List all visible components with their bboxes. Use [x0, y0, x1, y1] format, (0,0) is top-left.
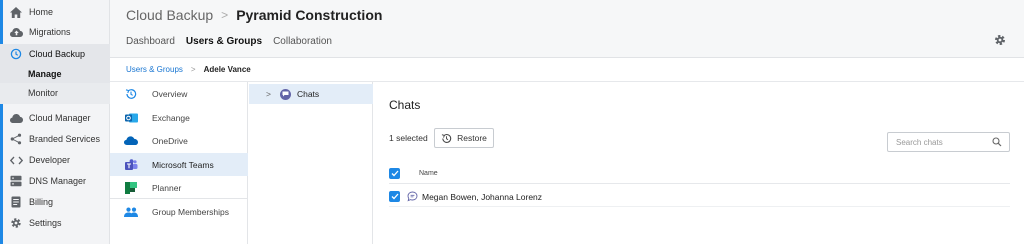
- settings-gear-icon[interactable]: [994, 34, 1006, 49]
- breadcrumb-root[interactable]: Cloud Backup: [126, 7, 213, 23]
- select-all-checkbox[interactable]: [389, 168, 400, 179]
- service-label: OneDrive: [152, 135, 188, 146]
- service-item-microsoft-teams[interactable]: Microsoft Teams: [110, 153, 248, 176]
- breadcrumb-separator: >: [221, 8, 229, 22]
- nav-item-branded-services[interactable]: Branded Services: [0, 129, 110, 149]
- nav-label: Developer: [29, 155, 71, 165]
- nav-label: Cloud Backup: [29, 49, 86, 59]
- share-icon: [9, 132, 23, 146]
- cloud-icon: [9, 111, 23, 125]
- page-header: Cloud Backup > Pyramid Construction Dash…: [110, 0, 1024, 58]
- folder-tree: > Chats: [249, 82, 373, 244]
- nav-label: Billing: [29, 197, 54, 207]
- breadcrumb-separator: >: [190, 65, 196, 74]
- service-item-exchange[interactable]: Exchange: [110, 106, 248, 129]
- chat-name: Megan Bowen, Johanna Lorenz: [422, 191, 543, 202]
- nav-item-billing[interactable]: Billing: [0, 192, 110, 212]
- nav-sub-manage[interactable]: Manage: [0, 64, 110, 83]
- service-label: Exchange: [152, 112, 190, 123]
- nav-sub-label: Manage: [28, 68, 62, 79]
- nav-item-developer[interactable]: Developer: [0, 150, 110, 170]
- nav-sub-monitor[interactable]: Monitor: [0, 83, 110, 102]
- service-item-group-memberships[interactable]: Group Memberships: [110, 200, 248, 223]
- tab-bar: Dashboard Users & Groups Collaboration: [126, 36, 343, 47]
- code-icon: [9, 153, 23, 167]
- onedrive-icon: [124, 134, 138, 148]
- nav-item-cloud-manager[interactable]: Cloud Manager: [0, 108, 110, 128]
- nav-item-cloud-backup[interactable]: Cloud Backup: [0, 44, 110, 64]
- main-content: Chats 1 selected Restore Search chats Na…: [374, 82, 1024, 244]
- chat-icon: [407, 191, 418, 202]
- teams-icon: [124, 158, 138, 172]
- service-item-overview[interactable]: Overview: [110, 82, 248, 105]
- table-row[interactable]: Megan Bowen, Johanna Lorenz: [389, 187, 1010, 207]
- history-icon: [124, 87, 138, 101]
- divider: [110, 198, 248, 199]
- gear-icon: [9, 216, 23, 230]
- home-icon: [9, 5, 23, 19]
- cloud-upload-icon: [9, 25, 23, 39]
- nav-label: Home: [29, 7, 54, 17]
- backup-history-icon: [9, 47, 23, 61]
- breadcrumb-current-user: Adele Vance: [203, 65, 251, 74]
- service-item-planner[interactable]: Planner: [110, 176, 248, 199]
- tab-collaboration[interactable]: Collaboration: [273, 36, 332, 47]
- document-icon: [9, 195, 23, 209]
- search-icon[interactable]: [992, 137, 1002, 149]
- tab-users-groups[interactable]: Users & Groups: [186, 36, 262, 47]
- service-label: Planner: [152, 182, 182, 193]
- tree-item-label: Chats: [296, 89, 320, 99]
- tree-item-chats[interactable]: > Chats: [249, 84, 373, 104]
- nav-label: Cloud Manager: [29, 113, 91, 123]
- breadcrumb: Cloud Backup > Pyramid Construction: [126, 7, 382, 23]
- nav-label: DNS Manager: [29, 176, 87, 186]
- table-header: Name: [389, 164, 1010, 184]
- restore-button[interactable]: Restore: [434, 128, 494, 148]
- outlook-icon: [124, 111, 138, 125]
- nav-item-migrations[interactable]: Migrations: [0, 22, 110, 42]
- nav-item-settings[interactable]: Settings: [0, 213, 110, 233]
- nav-label: Migrations: [29, 27, 71, 37]
- nav-item-home[interactable]: Home: [0, 2, 110, 22]
- selection-count: 1 selected: [389, 133, 428, 143]
- nav-label: Settings: [29, 218, 62, 228]
- search-placeholder: Search chats: [896, 137, 943, 147]
- service-label: Overview: [152, 88, 188, 99]
- breadcrumb-link-users-groups[interactable]: Users & Groups: [126, 65, 183, 74]
- nav-item-dns-manager[interactable]: DNS Manager: [0, 171, 110, 191]
- service-label: Group Memberships: [152, 206, 230, 217]
- search-input[interactable]: Search chats: [887, 132, 1010, 152]
- service-list: Overview Exchange OneDrive Microsoft Tea…: [110, 82, 248, 244]
- service-item-onedrive[interactable]: OneDrive: [110, 129, 248, 152]
- nav-label: Branded Services: [29, 134, 101, 144]
- restore-label: Restore: [457, 133, 487, 143]
- tab-dashboard[interactable]: Dashboard: [126, 36, 175, 47]
- server-icon: [9, 174, 23, 188]
- people-icon: [124, 205, 138, 219]
- left-navigation: Home Migrations Cloud Backup Manage Moni…: [0, 0, 110, 244]
- row-checkbox[interactable]: [389, 191, 400, 202]
- planner-icon: [124, 181, 138, 195]
- page-title: Pyramid Construction: [236, 7, 383, 23]
- sub-breadcrumb: Users & Groups > Adele Vance: [110, 58, 1024, 82]
- nav-sub-label: Monitor: [28, 87, 59, 98]
- chat-folder-icon: [279, 88, 291, 100]
- column-header-name[interactable]: Name: [419, 170, 438, 177]
- restore-icon: [441, 133, 452, 144]
- service-label: Microsoft Teams: [152, 159, 214, 170]
- section-title: Chats: [389, 98, 421, 112]
- chevron-right-icon[interactable]: >: [266, 89, 271, 99]
